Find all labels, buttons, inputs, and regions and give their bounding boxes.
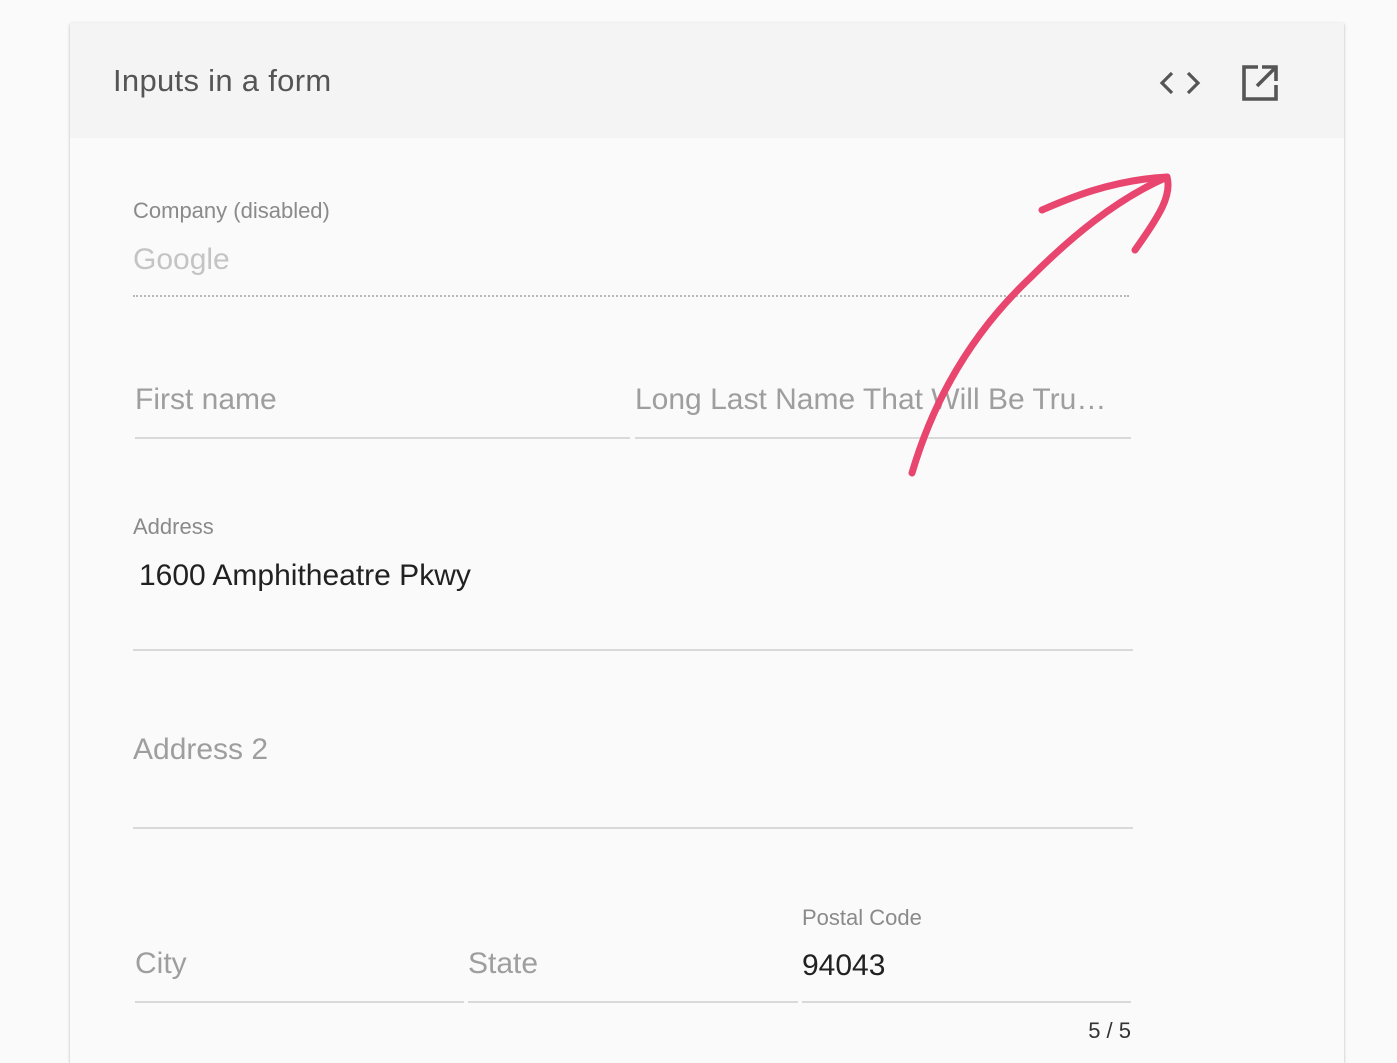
postal-code-underline [802,1001,1131,1003]
first-name-underline [135,437,630,439]
last-name-underline [635,437,1131,439]
postal-code-label: Postal Code [802,905,922,930]
address-label: Address [133,514,214,539]
address2-placeholder: Address 2 [133,733,269,766]
card-title: Inputs in a form [113,63,332,98]
state-underline [468,1001,798,1003]
open-in-new-window-button[interactable] [1236,59,1284,107]
city-underline [135,1001,464,1003]
company-label: Company (disabled) [133,198,330,223]
address2-underline [133,827,1133,829]
state-placeholder: State [468,947,539,980]
address2-field[interactable]: Address 2 [133,733,1133,833]
city-field[interactable]: City [135,943,464,1005]
postal-code-counter: 5 / 5 [1088,1018,1131,1043]
first-name-placeholder: First name [135,383,277,416]
postal-code-field[interactable]: Postal Code 94043 5 / 5 [802,905,1131,1045]
first-name-field[interactable]: First name [135,378,630,440]
address-field[interactable]: Address 1600 Amphitheatre Pkwy [133,514,1133,654]
open-in-new-icon [1242,65,1278,101]
last-name-placeholder: Long Last Name That Will Be Tru… [635,383,1107,416]
company-value: Google [133,243,230,276]
city-placeholder: City [135,947,187,980]
company-field[interactable]: Company (disabled) Google [133,198,1129,298]
code-icon [1159,71,1201,95]
last-name-field[interactable]: Long Last Name That Will Be Tru… [635,378,1131,440]
card-header: Inputs in a form [70,23,1344,138]
view-source-button[interactable] [1156,59,1204,107]
address-value: 1600 Amphitheatre Pkwy [139,559,471,592]
address-underline [133,649,1133,651]
state-field[interactable]: State [468,943,798,1005]
postal-code-value: 94043 [802,949,886,982]
example-card: Inputs in a form Company (disabled) Goog… [70,23,1344,1063]
company-underline [133,295,1129,297]
